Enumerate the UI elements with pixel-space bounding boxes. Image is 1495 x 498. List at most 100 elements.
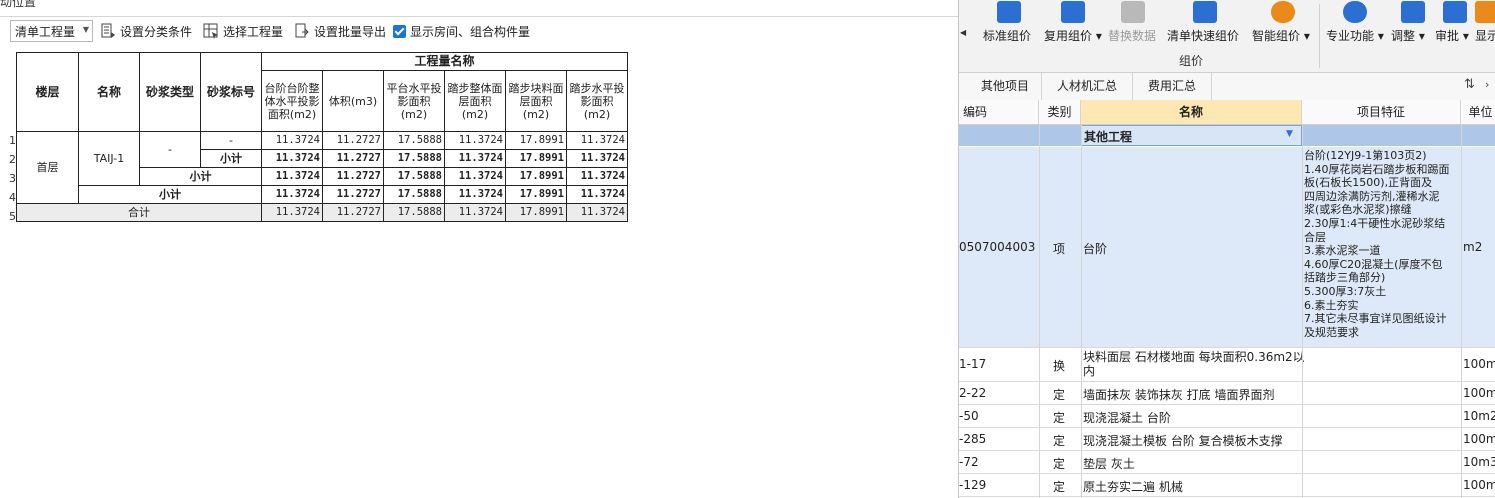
smart-pricing-button[interactable]: 智能组价 ▾ [1251, 0, 1315, 50]
grid-header: 编码 类别 名称 项目特征 单位 [959, 100, 1495, 125]
combo-value: 清单工程量 [15, 24, 76, 39]
display-icon [1475, 1, 1495, 23]
row-type: 定 [1053, 457, 1066, 471]
row-code: 2-22 [959, 386, 987, 400]
header-code[interactable]: 编码 [959, 100, 1039, 124]
chevron-down-icon: ▼ [82, 25, 89, 34]
cell-value: 11.3724 [566, 149, 628, 168]
standard-pricing-icon [997, 1, 1021, 23]
header-feature[interactable]: 项目特征 [1302, 100, 1461, 124]
group-name-cell[interactable]: 其他工程 ▼ [1081, 125, 1302, 146]
cell-value: 17.8991 [505, 203, 567, 222]
feature-line: 7.其它未尽事宜详见图纸设计 [1304, 312, 1447, 326]
header-mortar-grade: 砂浆标号 [200, 52, 262, 132]
header-unit[interactable]: 单位 [1461, 100, 1495, 124]
main-code: 0507004003 [959, 240, 1036, 254]
header-q2: 体积(m3) [322, 70, 384, 132]
feature-line: 6.素土夯实 [1304, 298, 1359, 312]
main-unit: m2 [1463, 240, 1483, 254]
cell-value: 11.3724 [261, 167, 323, 186]
reuse-pricing-button[interactable]: 复用组价 ▾ [1042, 0, 1104, 50]
header-name[interactable]: 名称 [1081, 100, 1302, 124]
tab-labor-material[interactable]: 人材机汇总 [1042, 73, 1133, 100]
ribbon: ◀ 标准组价 复用组价 ▾ 替换数据 清单快速组价 智能组价 ▾ 专业功能 ▾ [959, 0, 1495, 73]
adjust-label: 调整 ▾ [1391, 29, 1425, 43]
column-divider [1302, 125, 1303, 498]
display-button[interactable]: 显示 [1475, 0, 1495, 50]
header-q1: 台阶台阶整体水平投影面积(m2) [261, 70, 323, 132]
row-type: 定 [1053, 434, 1066, 448]
column-settings-icon[interactable]: ⇅ [1464, 77, 1475, 92]
group-name: 其他工程 [1084, 130, 1133, 144]
cell-value: 11.2727 [322, 167, 384, 186]
quantity-type-combo[interactable]: 清单工程量 ▼ [10, 20, 93, 42]
display-label: 显示 [1475, 29, 1495, 43]
main-name: 台阶 [1083, 242, 1108, 256]
feature-line: 4.60厚C20混凝土(厚度不包 [1304, 257, 1443, 271]
subtotal-label: 小计 [200, 149, 262, 168]
cell-value: 11.3724 [444, 131, 506, 150]
cell-value: 17.8991 [505, 149, 567, 168]
row-unit: 100m2 [1463, 357, 1495, 371]
cell-value: 17.5888 [383, 203, 445, 222]
collapse-arrow-icon[interactable]: ◀ [960, 28, 966, 37]
cell-value: 11.3724 [261, 185, 323, 204]
quick-pricing-button[interactable]: 清单快速组价 [1165, 0, 1245, 50]
approve-label: 审批 ▾ [1435, 29, 1469, 43]
adjust-button[interactable]: 调整 ▾ [1391, 0, 1435, 50]
approve-button[interactable]: 审批 ▾ [1435, 0, 1475, 50]
row-type: 换 [1053, 359, 1066, 373]
replace-data-button[interactable]: 替换数据 [1107, 0, 1159, 50]
smart-pricing-label: 智能组价 ▾ [1252, 29, 1310, 43]
batch-export-label: 设置批量导出 [314, 24, 387, 39]
standard-pricing-button[interactable]: 标准组价 [981, 0, 1037, 50]
batch-export-button[interactable]: 设置批量导出 [294, 17, 386, 45]
row-code: -50 [959, 409, 979, 423]
approve-icon [1443, 1, 1467, 23]
subtotal-label: 小计 [78, 185, 262, 204]
row-unit: 10m3 [1463, 455, 1495, 469]
filter-dropdown-icon[interactable]: ▼ [1286, 129, 1293, 139]
row-name-line: 内 [1083, 364, 1096, 378]
header-type[interactable]: 类别 [1039, 100, 1081, 124]
header-q3: 平台水平投影面积(m2) [383, 70, 445, 132]
bottom-tabs: 其他项目 人材机汇总 费用汇总 ⇅ › [959, 73, 1495, 101]
row-name: 垫层 灰土 [1083, 457, 1135, 471]
cell-value: 11.3724 [566, 203, 628, 222]
report-toolbar: 清单工程量 ▼ 设置分类条件 选择工程量 设置批量导出 显示房间、组合构件量 [0, 17, 958, 45]
row-code: 1-17 [959, 357, 987, 371]
select-quantity-button[interactable]: 选择工程量 [203, 17, 283, 45]
row-unit: 100m·· [1463, 432, 1495, 446]
chevron-right-icon[interactable]: › [1485, 78, 1489, 91]
item-feature-text: 台阶(12YJ9-1第103页2) 1.40厚花岗岩石踏步板和踢面 板(石板长1… [1304, 149, 1460, 339]
tab-other-items[interactable]: 其他项目 [969, 73, 1042, 100]
ribbon-group-label: 组价 [1179, 54, 1204, 68]
professional-function-button[interactable]: 专业功能 ▾ [1325, 0, 1387, 50]
row-code: -285 [959, 432, 987, 446]
set-classify-button[interactable]: 设置分类条件 [100, 17, 192, 45]
cell-value: 11.3724 [444, 167, 506, 186]
feature-line: 5.300厚3:7灰土 [1304, 284, 1387, 298]
row-name-line: 块料面层 石材楼地面 每块面积0.36m2以 [1083, 350, 1305, 364]
lock-icon [1401, 1, 1425, 23]
row-name: 现浇混凝土 台阶 [1083, 411, 1171, 425]
show-room-checkbox[interactable]: 显示房间、组合构件量 [393, 17, 530, 45]
column-divider [1039, 125, 1040, 498]
cell-value: 11.3724 [261, 149, 323, 168]
tab-cost-summary[interactable]: 费用汇总 [1133, 73, 1212, 100]
select-quantity-label: 选择工程量 [223, 24, 284, 39]
feature-line: 2.30厚1:4干硬性水泥砂浆结 [1304, 216, 1446, 230]
cell-value: 17.5888 [383, 149, 445, 168]
cell-value: 17.5888 [383, 185, 445, 204]
cell-value: 11.3724 [261, 131, 323, 150]
checkbox-checked-icon[interactable] [393, 24, 406, 38]
total-label: 合计 [16, 203, 262, 222]
cell-value: 17.8991 [505, 131, 567, 150]
header-name: 名称 [78, 52, 140, 132]
ribbon-separator [1319, 4, 1320, 68]
row-type: 定 [1053, 480, 1066, 494]
cell-value: 11.3724 [566, 167, 628, 186]
position-label: 动位置 [0, 0, 37, 9]
reuse-pricing-label: 复用组价 ▾ [1044, 29, 1102, 43]
professional-icon [1343, 1, 1367, 23]
